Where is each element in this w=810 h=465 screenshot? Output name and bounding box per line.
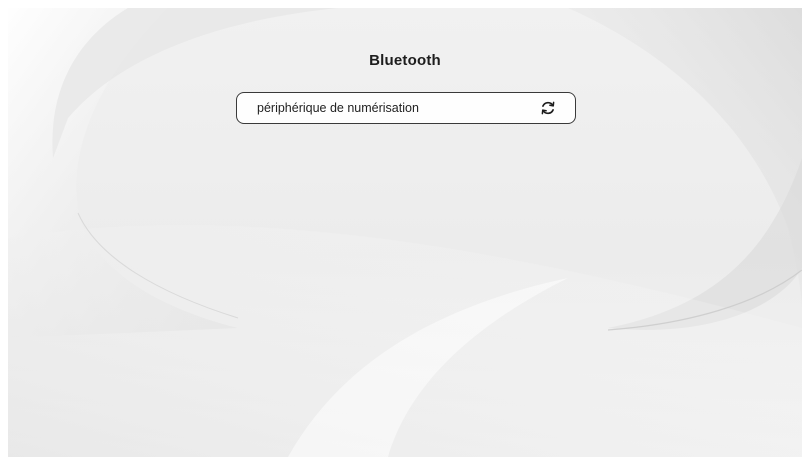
refresh-icon[interactable]: [537, 97, 559, 119]
wallpaper-background: [8, 8, 802, 457]
page-title: Bluetooth: [369, 52, 441, 69]
scan-devices-button[interactable]: périphérique de numérisation: [236, 92, 576, 124]
bluetooth-screen: Bluetooth périphérique de numérisation: [8, 8, 802, 457]
scan-devices-label: périphérique de numérisation: [257, 101, 419, 115]
